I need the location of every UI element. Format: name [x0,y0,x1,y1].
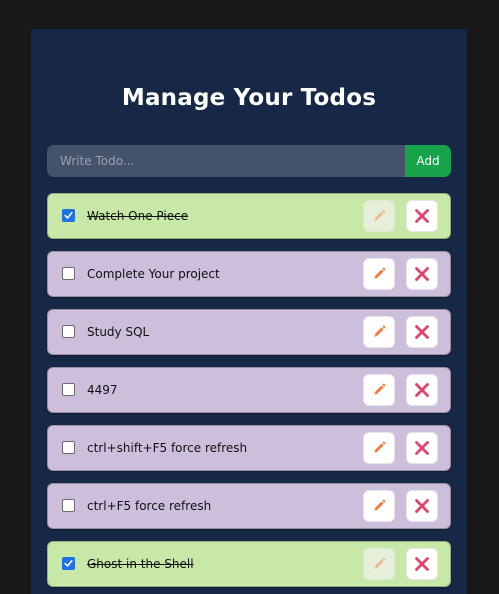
pencil-icon [371,266,387,282]
todo-list: Watch One Piece Complete Your project Stud… [47,193,451,594]
x-icon [414,382,430,398]
todo-text: Watch One Piece [87,209,189,223]
todo-checkbox[interactable] [62,209,75,222]
delete-button[interactable] [406,200,438,232]
todo-form: Add [47,145,451,177]
delete-button[interactable] [406,258,438,290]
todo-checkbox[interactable] [62,267,75,280]
x-icon [414,556,430,572]
delete-button[interactable] [406,316,438,348]
x-icon [414,440,430,456]
delete-button[interactable] [406,432,438,464]
todo-checkbox[interactable] [62,441,75,454]
edit-button[interactable] [363,432,395,464]
todo-item: Study SQL [47,309,451,355]
todo-panel: Manage Your Todos Add Watch One Piece Com… [31,29,467,594]
todo-checkbox[interactable] [62,499,75,512]
page-title: Manage Your Todos [121,85,377,111]
todo-item: Ghost in the Shell [47,541,451,587]
todo-item: Watch One Piece [47,193,451,239]
todo-text: Ghost in the Shell [87,557,194,571]
todo-checkbox[interactable] [62,557,75,570]
todo-text: Study SQL [87,325,150,339]
todo-item: 4497 [47,367,451,413]
delete-button[interactable] [406,548,438,580]
x-icon [414,324,430,340]
todo-item: ctrl+shift+F5 force refresh [47,425,451,471]
x-icon [414,208,430,224]
edit-button[interactable] [363,548,395,580]
todo-input[interactable] [47,145,405,177]
edit-button[interactable] [363,490,395,522]
add-button[interactable]: Add [405,145,451,177]
pencil-icon [371,498,387,514]
todo-text: Complete Your project [87,267,220,281]
todo-checkbox[interactable] [62,325,75,338]
edit-button[interactable] [363,374,395,406]
edit-button[interactable] [363,258,395,290]
todo-item: ctrl+F5 force refresh [47,483,451,529]
pencil-icon [371,324,387,340]
delete-button[interactable] [406,490,438,522]
pencil-icon [371,440,387,456]
pencil-icon [371,556,387,572]
x-icon [414,498,430,514]
edit-button[interactable] [363,200,395,232]
todo-item: Complete Your project [47,251,451,297]
todo-text: 4497 [87,383,118,397]
edit-button[interactable] [363,316,395,348]
todo-text: ctrl+F5 force refresh [87,499,212,513]
pencil-icon [371,208,387,224]
delete-button[interactable] [406,374,438,406]
todo-text: ctrl+shift+F5 force refresh [87,441,248,455]
pencil-icon [371,382,387,398]
x-icon [414,266,430,282]
todo-checkbox[interactable] [62,383,75,396]
